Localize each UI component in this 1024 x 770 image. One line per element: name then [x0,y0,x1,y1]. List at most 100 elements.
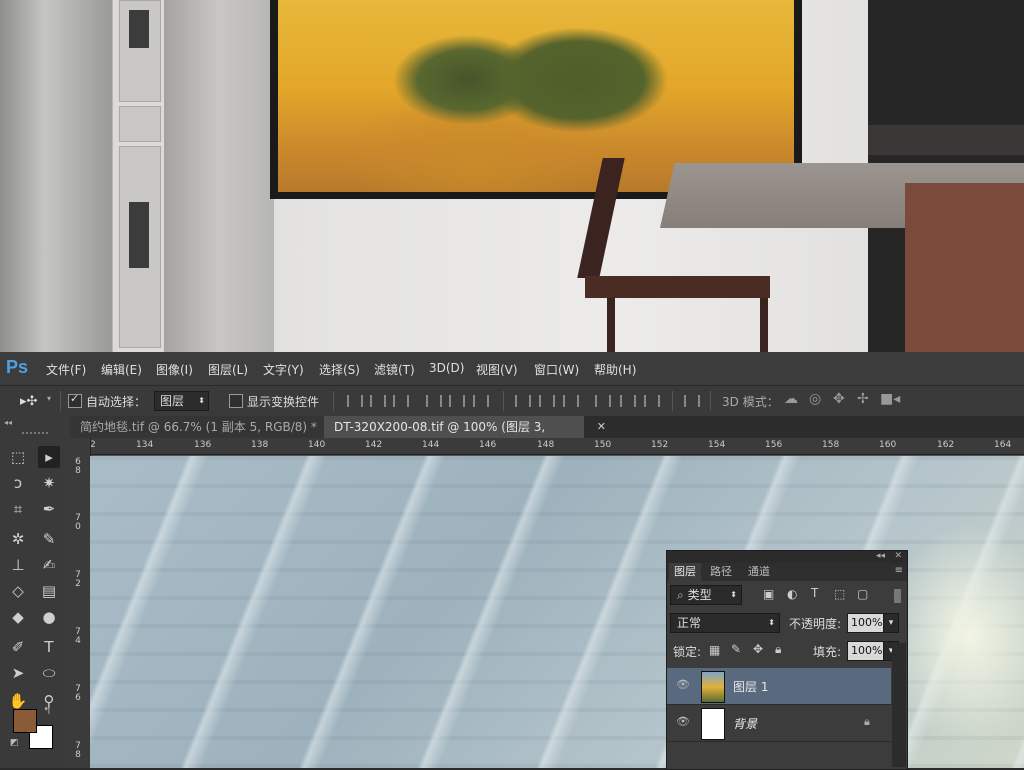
filter-adjustment-icon[interactable]: ◐ [787,587,797,601]
panel-header: ◂◂ ✕ [667,551,907,563]
3d-roll-icon[interactable]: ◎ [809,391,821,407]
show-transform-checkbox[interactable] [229,394,243,408]
tab-paths[interactable]: 路径 [705,563,737,581]
menu-view[interactable]: 视图(V) [476,361,518,378]
distribute-hcenter-icon[interactable] [620,395,636,407]
blur-tool-icon[interactable]: ◆ [7,606,29,628]
lock-image-icon[interactable]: ✎ [731,642,741,656]
align-vcenter-icon[interactable] [370,395,386,407]
tab-layers[interactable]: 图层 [669,563,701,581]
brush-tool-icon[interactable]: ✎ [38,528,60,550]
ellipse-tool-icon[interactable]: ⬭ [38,662,60,684]
marquee-tool-icon[interactable]: ⬚ [7,446,29,468]
path-selection-tool-icon[interactable]: ➤ [7,662,29,684]
3d-slide-icon[interactable]: ✢ [857,391,869,407]
crop-tool-icon[interactable]: ⌗ [7,498,29,520]
ruler-tick: 70 [74,514,82,532]
tools-panel: ◂◂ ⬚ ▸ ↄ ✷ ⌗ ✒ ✲ ✎ ⊥ ✍ ◇ ▤ ◆ ● ✐ T ➤ ⬭ ✋… [0,416,71,768]
tool-preset-chevron-icon[interactable]: ▾ [47,394,51,403]
collapse-icon[interactable]: ◂◂ [4,418,12,427]
lock-position-icon[interactable]: ✥ [753,642,763,656]
distribute-top-icon[interactable] [515,395,531,407]
layer-filter-row: ⌕ 类型 ⬍ ▣ ◐ T ⬚ ▢ [667,585,907,607]
auto-align-icon[interactable] [684,395,700,407]
ruler-tick: 152 [651,440,669,450]
align-right-icon[interactable] [473,395,489,407]
type-tool-icon[interactable]: T [38,636,60,658]
healing-brush-tool-icon[interactable]: ✲ [7,528,29,550]
pen-tool-icon[interactable]: ✐ [7,636,29,658]
align-top-icon[interactable] [347,395,363,407]
opacity-dropdown-icon[interactable]: ▾ [883,613,899,633]
close-tab-icon[interactable]: ✕ [597,416,606,438]
reference-photo [0,0,1024,352]
magic-wand-tool-icon[interactable]: ✷ [38,472,60,494]
close-panel-icon[interactable]: ✕ [894,551,902,561]
ruler-tick: 158 [822,440,840,450]
grip[interactable] [22,432,48,434]
menu-filter[interactable]: 滤镜(T) [374,361,415,378]
opacity-input[interactable]: 100% [847,613,884,633]
dodge-tool-icon[interactable]: ● [38,606,60,628]
3d-rotate-icon[interactable]: ☁ [784,391,798,407]
align-bottom-icon[interactable] [393,395,409,407]
menu-select[interactable]: 选择(S) [319,361,360,378]
tab-document-1[interactable]: 简约地毯.tif @ 66.7% (1 副本 5, RGB/8) * [70,416,324,438]
align-left-icon[interactable] [426,395,442,407]
distribute-right-icon[interactable] [644,395,660,407]
align-hcenter-icon[interactable] [449,395,465,407]
distribute-vcenter-icon[interactable] [539,395,555,407]
filter-shape-icon[interactable]: ⬚ [834,587,845,601]
tab-channels[interactable]: 通道 [743,563,775,581]
filter-kind-dropdown[interactable]: ⌕ 类型 ⬍ [670,585,742,605]
filter-type-icon[interactable]: T [811,586,818,600]
default-colors-icon[interactable]: ◩ [10,738,19,748]
menu-edit[interactable]: 编辑(E) [101,361,142,378]
lasso-tool-icon[interactable]: ↄ [7,472,29,494]
filter-smart-object-icon[interactable]: ▢ [857,587,868,601]
tab-document-2[interactable]: DT-320X200-08.tif @ 100% (图层 3, RGB/8)✕ [324,416,606,456]
layer-row-background[interactable]: 👁︎ 背景 🔒︎ [667,705,891,742]
eyedropper-tool-icon[interactable]: ✒ [38,498,60,520]
distribute-bottom-icon[interactable] [563,395,579,407]
move-tool-icon[interactable]: ▸✣ [20,394,37,409]
lock-all-icon[interactable]: 🔒︎ [775,642,781,657]
layers-scrollbar[interactable] [892,643,906,767]
separator [710,391,711,411]
menu-file[interactable]: 文件(F) [46,361,86,378]
menu-type[interactable]: 文字(Y) [263,361,304,378]
filter-pixel-icon[interactable]: ▣ [763,587,774,601]
history-brush-tool-icon[interactable]: ✍ [38,554,60,576]
separator [60,391,61,411]
filter-toggle[interactable] [894,589,901,603]
swap-colors-icon[interactable]: ↰ [43,706,51,717]
menu-image[interactable]: 图像(I) [156,361,193,378]
distribute-left-icon[interactable] [595,395,611,407]
menu-help[interactable]: 帮助(H) [594,361,636,378]
collapse-panel-icon[interactable]: ◂◂ [876,551,885,561]
visibility-eye-icon[interactable]: 👁︎ [676,679,690,691]
gradient-tool-icon[interactable]: ▤ [38,580,60,602]
3d-scale-icon[interactable]: ■◂ [880,391,900,407]
auto-select-checkbox[interactable]: ✓ [68,392,82,408]
blend-mode-dropdown[interactable]: 正常 ⬍ [670,613,780,633]
layer-row-layer-1[interactable]: 👁︎ 图层 1 [667,668,891,705]
panel-menu-icon[interactable]: ≡ [895,565,903,576]
menu-window[interactable]: 窗口(W) [534,361,579,378]
menu-layer[interactable]: 图层(L) [208,361,248,378]
updown-icon: ⬍ [730,590,737,599]
foreground-color-swatch[interactable] [13,709,37,733]
move-tool-icon[interactable]: ▸ [38,446,60,468]
visibility-eye-icon[interactable]: 👁︎ [676,716,690,728]
layer-name[interactable]: 图层 1 [733,678,768,695]
lock-transparent-icon[interactable]: ▦ [709,643,720,657]
fill-input[interactable]: 100% [847,641,884,661]
layer-name[interactable]: 背景 [733,715,757,732]
auto-select-target-dropdown[interactable]: 图层 ⬍ [154,391,209,411]
photoshop-window: Ps 文件(F) 编辑(E) 图像(I) 图层(L) 文字(Y) 选择(S) 滤… [0,352,1024,770]
menu-3d[interactable]: 3D(D) [429,361,464,375]
search-icon: ⌕ [677,588,684,602]
3d-drag-icon[interactable]: ✥ [833,391,845,407]
clone-stamp-tool-icon[interactable]: ⊥ [7,554,29,576]
eraser-tool-icon[interactable]: ◇ [7,580,29,602]
